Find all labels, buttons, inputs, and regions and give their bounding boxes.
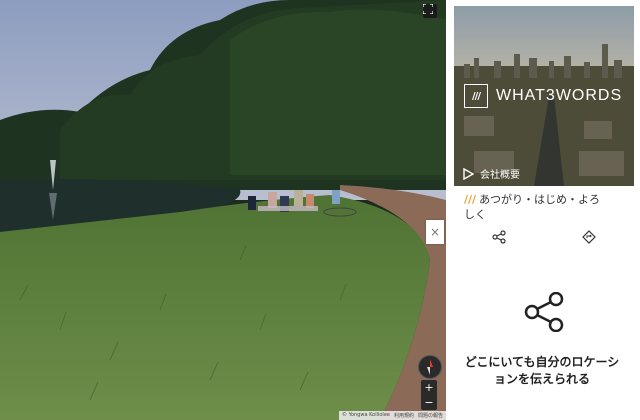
brand-lockup: /// WHAT3WORDS	[464, 84, 622, 108]
share-icon[interactable]	[492, 230, 506, 244]
report-link[interactable]: 問題の報告	[418, 412, 443, 419]
terms-link[interactable]: 利用規約	[394, 412, 414, 419]
brand-logo: ///	[464, 84, 488, 108]
compass-icon	[427, 359, 433, 375]
directions-icon[interactable]	[582, 230, 596, 244]
play-icon	[463, 167, 474, 180]
close-panel-button[interactable]: ×	[426, 220, 444, 244]
fullscreen-button[interactable]	[423, 4, 437, 18]
zoom-out-button[interactable]: −	[421, 395, 437, 410]
three-word-address: ///あつがり・はじめ・よろしく	[464, 192, 604, 222]
share-large-icon[interactable]	[524, 292, 564, 332]
panorama-scene	[0, 0, 446, 420]
zoom-in-button[interactable]: +	[421, 380, 437, 395]
street-view-panorama[interactable]: + − © Yongwa Kolliolee 利用規約 問題の報告	[0, 0, 446, 420]
zoom-control: + −	[421, 380, 437, 410]
address-slashes: ///	[464, 193, 477, 206]
share-message: どこにいても自分のロケーションを伝えられる	[464, 355, 620, 386]
about-label: 会社概要	[480, 170, 520, 181]
fullscreen-icon	[423, 4, 433, 14]
brand-name: WHAT3WORDS	[496, 87, 623, 104]
hero-image[interactable]: /// WHAT3WORDS 会社概要	[454, 6, 634, 186]
attribution-text: © Yongwa Kolliolee	[341, 412, 390, 418]
attribution-bar: © Yongwa Kolliolee 利用規約 問題の報告	[338, 411, 446, 420]
about-link[interactable]: 会社概要	[462, 166, 520, 181]
compass-control[interactable]	[418, 355, 442, 379]
address-words: あつがり・はじめ・よろしく	[464, 193, 601, 221]
action-row	[446, 230, 640, 246]
